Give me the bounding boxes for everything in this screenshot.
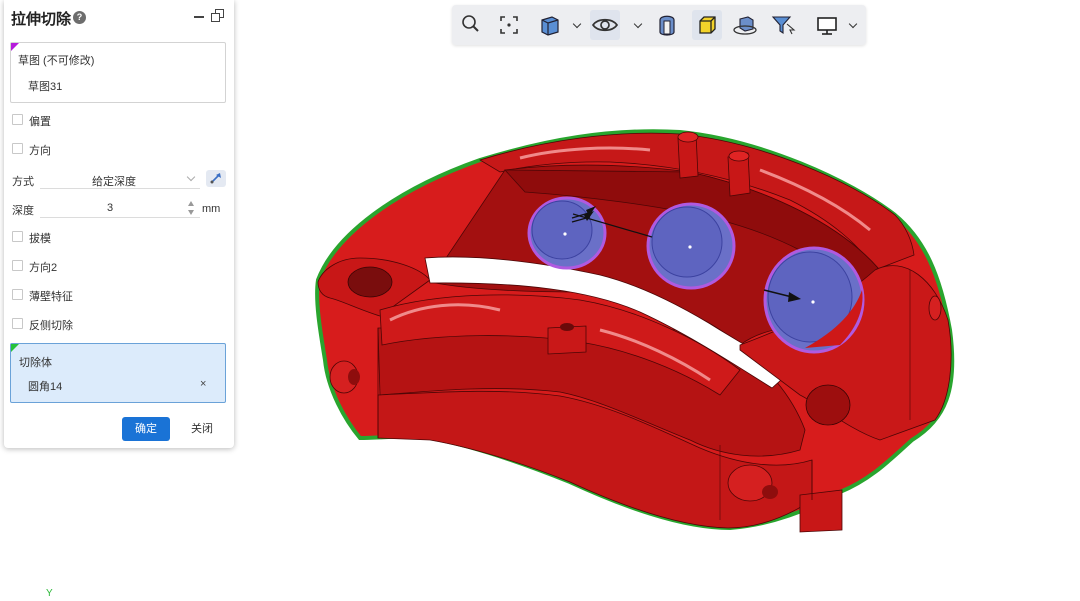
chevron-down-icon[interactable] bbox=[848, 19, 858, 29]
direction2-label: 方向2 bbox=[29, 262, 58, 274]
selection-color-marker bbox=[11, 43, 19, 51]
thin-feature-checkbox[interactable] bbox=[12, 289, 23, 300]
section-view-icon[interactable] bbox=[652, 10, 682, 40]
reverse-cut-checkbox[interactable] bbox=[12, 318, 23, 329]
sketch-value: 草图31 bbox=[28, 81, 63, 93]
direction-checkbox[interactable] bbox=[12, 143, 23, 154]
panel-header: 拉伸切除 ? bbox=[4, 0, 234, 34]
method-value: 给定深度 bbox=[92, 176, 136, 188]
chevron-down-icon[interactable] bbox=[572, 19, 582, 29]
panel-title: 拉伸切除 bbox=[11, 11, 72, 28]
selection-filter-icon[interactable] bbox=[768, 10, 798, 40]
draft-label: 拔模 bbox=[29, 233, 51, 245]
spin-up-icon[interactable] bbox=[188, 201, 194, 206]
chevron-down-icon bbox=[186, 172, 196, 182]
display-icon[interactable] bbox=[812, 10, 842, 40]
sketch-selection-box[interactable]: 草图 (不可修改) 草图31 bbox=[10, 42, 226, 103]
depth-value: 3 bbox=[107, 202, 114, 214]
remove-icon[interactable]: × bbox=[200, 378, 206, 390]
view-toolbar bbox=[452, 5, 866, 45]
cut-body-value: 圆角14 bbox=[28, 381, 63, 393]
cut-body-label: 切除体 bbox=[19, 357, 52, 369]
spin-down-icon[interactable] bbox=[188, 210, 194, 215]
reverse-direction-button[interactable] bbox=[206, 170, 226, 187]
direction2-checkbox[interactable] bbox=[12, 260, 23, 271]
close-button[interactable]: 关闭 bbox=[182, 417, 222, 441]
restore-window-icon[interactable] bbox=[211, 9, 224, 22]
caliper-model[interactable] bbox=[315, 129, 955, 533]
reverse-cut-label: 反侧切除 bbox=[29, 320, 73, 332]
cut-body-selection-box[interactable]: 切除体 圆角14 × bbox=[10, 343, 226, 403]
rotate-view-icon[interactable] bbox=[730, 10, 760, 40]
sketch-label: 草图 (不可修改) bbox=[18, 55, 95, 67]
depth-label: 深度 bbox=[12, 205, 34, 217]
shaded-view-icon[interactable] bbox=[692, 10, 722, 40]
offset-label: 偏置 bbox=[29, 116, 51, 128]
y-axis-label: Y bbox=[46, 588, 53, 599]
view-cube-icon[interactable] bbox=[534, 10, 564, 40]
draft-checkbox[interactable] bbox=[12, 231, 23, 242]
extrude-cut-panel: 拉伸切除 ? 草图 (不可修改) 草图31 偏置 方向 方式 给定深度 深度 3… bbox=[4, 0, 234, 448]
visibility-icon[interactable] bbox=[590, 10, 620, 40]
chevron-down-icon[interactable] bbox=[633, 19, 643, 29]
thin-feature-label: 薄壁特征 bbox=[29, 291, 73, 303]
selection-color-marker bbox=[11, 344, 19, 352]
direction-label: 方向 bbox=[29, 145, 51, 157]
depth-input[interactable]: 3 bbox=[40, 199, 200, 218]
zoom-icon[interactable] bbox=[456, 10, 486, 40]
method-select[interactable]: 给定深度 bbox=[40, 170, 200, 189]
method-label: 方式 bbox=[12, 176, 34, 188]
minimize-icon[interactable] bbox=[194, 16, 204, 18]
offset-checkbox[interactable] bbox=[12, 114, 23, 125]
question-circle-icon[interactable]: ? bbox=[73, 11, 86, 24]
ok-button[interactable]: 确定 bbox=[122, 417, 170, 441]
depth-unit: mm bbox=[202, 203, 221, 215]
zoom-fit-icon[interactable] bbox=[494, 10, 524, 40]
